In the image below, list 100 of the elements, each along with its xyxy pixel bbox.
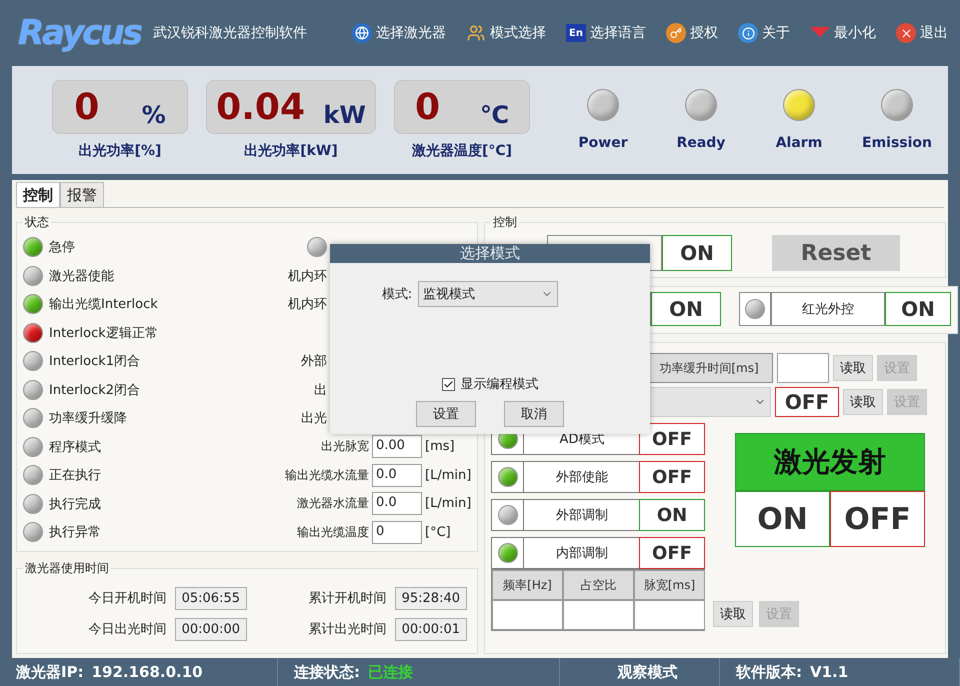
table-cell[interactable] bbox=[634, 600, 705, 630]
mode-switch[interactable]: ON bbox=[639, 499, 705, 531]
mode-label: 内部调制 bbox=[556, 545, 608, 562]
mode-switch[interactable]: OFF bbox=[639, 461, 705, 493]
time-value: 00:00:00 bbox=[174, 618, 247, 640]
status-label: Interlock2闭合 bbox=[49, 382, 140, 399]
read-button[interactable]: 读取 bbox=[833, 355, 873, 381]
readout-unit: % bbox=[142, 101, 166, 129]
aiming-switch[interactable]: ON bbox=[651, 292, 721, 326]
status-label: 功率缓升缓降 bbox=[49, 410, 127, 428]
group-title: 激光器使用时间 bbox=[24, 560, 110, 576]
status-label: 软件版本: bbox=[736, 662, 802, 682]
reading-field: 0.00 bbox=[372, 435, 422, 458]
mode-switch[interactable]: OFF bbox=[639, 537, 705, 569]
mode-label: 模式: bbox=[382, 286, 412, 303]
menu-item[interactable]: 退出 bbox=[892, 23, 952, 43]
status-label: 执行完成 bbox=[49, 496, 101, 513]
reading-field: 0.0 bbox=[372, 492, 422, 516]
readout-unit: kW bbox=[323, 101, 366, 129]
reading-label: 机内环 bbox=[288, 296, 327, 314]
status-value: V1.1 bbox=[810, 663, 848, 681]
table-cell[interactable] bbox=[563, 600, 634, 630]
readout-value: 0 bbox=[74, 86, 100, 128]
status-label: 急停 bbox=[49, 239, 75, 256]
readout-label: 出光功率[%] bbox=[78, 142, 162, 160]
column-header: 占空比 bbox=[563, 570, 634, 600]
table-cell[interactable] bbox=[492, 600, 563, 630]
menu-item[interactable]: 选择激光器 bbox=[348, 23, 450, 43]
status-value: 192.168.0.10 bbox=[92, 663, 203, 681]
status-label: 程序模式 bbox=[49, 438, 101, 456]
status-label: 激光器使能 bbox=[49, 268, 114, 285]
logo: Raycus bbox=[18, 13, 141, 53]
reading-label: 出 bbox=[314, 382, 327, 399]
status-label: Interlock逻辑正常 bbox=[49, 324, 158, 342]
status-label: 连接状态: bbox=[294, 662, 360, 682]
reading-label: 出光脉宽 bbox=[320, 438, 369, 456]
power-switch[interactable]: ON bbox=[662, 235, 732, 271]
menu-item[interactable]: 关于 bbox=[734, 23, 794, 43]
menu-item[interactable]: 授权 bbox=[662, 23, 722, 43]
reading-label: 机内环 bbox=[288, 268, 327, 285]
readout-label: 出光功率[kW] bbox=[244, 142, 338, 160]
time-value: 05:06:55 bbox=[174, 586, 247, 610]
read-button[interactable]: 读取 bbox=[843, 389, 883, 415]
status-value: 已连接 bbox=[368, 662, 413, 682]
reading-unit: [L/min] bbox=[425, 468, 472, 483]
read-button[interactable]: 读取 bbox=[713, 601, 753, 627]
switch-label: 红光外控 bbox=[802, 301, 854, 318]
indicator-label: Alarm bbox=[776, 135, 822, 151]
readout-unit: ℃ bbox=[480, 101, 510, 129]
indicator-label: Power bbox=[578, 135, 628, 151]
time-value: 00:00:01 bbox=[394, 618, 467, 640]
app-title: 武汉锐科激光器控制软件 bbox=[152, 24, 307, 42]
external-control-switch[interactable]: ON bbox=[885, 292, 951, 326]
globe-icon bbox=[352, 23, 372, 43]
reading-label: 出光 bbox=[301, 410, 327, 428]
state-switch[interactable]: OFF bbox=[775, 387, 839, 417]
reading-unit: [ms] bbox=[425, 439, 456, 454]
indicator-label: Ready bbox=[676, 135, 726, 151]
checkbox[interactable] bbox=[442, 378, 454, 390]
tab[interactable]: 控制 bbox=[16, 182, 60, 207]
close-icon bbox=[896, 23, 916, 43]
emission-on-button[interactable]: ON bbox=[735, 491, 830, 547]
checkbox-label: 显示编程模式 bbox=[460, 376, 538, 393]
emission-title: 激光发射 bbox=[735, 433, 925, 491]
time-label: 今日出光时间 bbox=[88, 621, 167, 638]
status-label: 输出光缆Interlock bbox=[49, 296, 158, 314]
reading-label: 输出光缆温度 bbox=[296, 524, 369, 541]
menu-item[interactable]: En 选择语言 bbox=[562, 24, 650, 42]
info-icon bbox=[738, 23, 758, 43]
dialog-button[interactable]: 设置 bbox=[416, 401, 476, 427]
time-label: 今日开机时间 bbox=[88, 590, 167, 607]
mode-label: 外部调制 bbox=[556, 507, 608, 524]
readout-label: 激光器温度[°C] bbox=[412, 142, 512, 160]
time-label: 累计开机时间 bbox=[308, 590, 387, 607]
group-title: 状态 bbox=[24, 214, 50, 231]
dialog-button[interactable]: 取消 bbox=[504, 401, 564, 427]
emission-off-button[interactable]: OFF bbox=[830, 491, 925, 547]
column-header: 频率[Hz] bbox=[492, 570, 563, 600]
indicator-label: Emission bbox=[862, 135, 932, 151]
reading-unit: [°C] bbox=[425, 524, 452, 540]
reading-label: 激光器水流量 bbox=[296, 495, 369, 512]
column-header: 脉宽[ms] bbox=[634, 570, 705, 600]
tab[interactable]: 报警 bbox=[60, 182, 104, 207]
reset-button[interactable]: Reset bbox=[772, 235, 900, 271]
key-icon bbox=[666, 23, 686, 43]
menu-item[interactable]: 模式选择 bbox=[462, 23, 550, 43]
reading-field: 0.0 bbox=[372, 464, 422, 487]
readout-value: 0.04 bbox=[216, 86, 305, 128]
status-label: Interlock1闭合 bbox=[49, 353, 140, 370]
status-label: 观察模式 bbox=[618, 662, 678, 682]
triangle-down-icon bbox=[810, 27, 830, 39]
status-label: 执行异常 bbox=[49, 524, 101, 542]
reading-label: 输出光缆水流量 bbox=[284, 466, 369, 484]
status-label: 正在执行 bbox=[49, 467, 101, 484]
check-icon bbox=[442, 378, 454, 390]
ramp-field[interactable] bbox=[777, 353, 829, 383]
mode-dropdown[interactable]: 监视模式 bbox=[418, 281, 558, 307]
menu-item[interactable]: 最小化 bbox=[806, 24, 880, 42]
status-label: 激光器IP: bbox=[16, 662, 84, 682]
mode-label: 外部使能 bbox=[556, 469, 608, 486]
